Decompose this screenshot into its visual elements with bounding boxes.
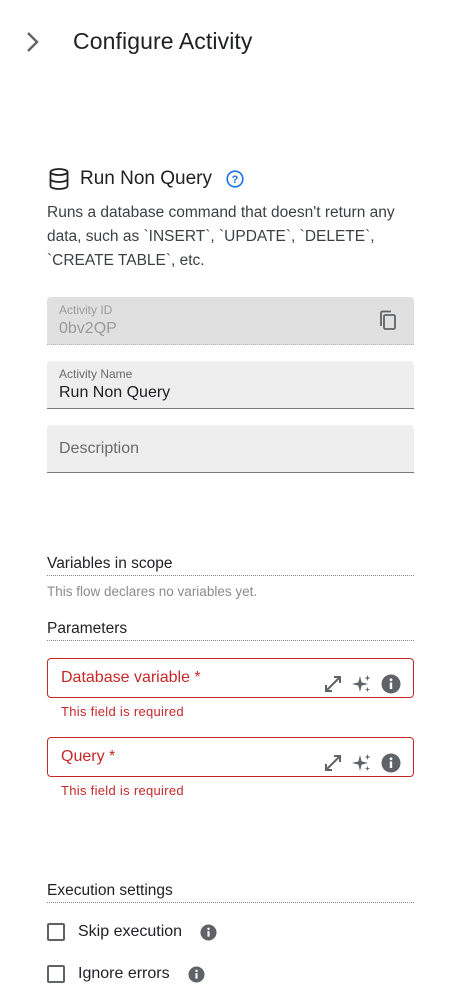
expand-icon[interactable] (323, 753, 343, 773)
variables-section-title: Variables in scope (47, 555, 414, 576)
activity-header: Run Non Query ? (47, 165, 244, 193)
database-icon (49, 168, 69, 190)
sparkle-icon[interactable] (352, 753, 372, 773)
activity-title: Run Non Query (80, 168, 213, 189)
sparkle-icon[interactable] (352, 674, 372, 694)
skip-execution-option[interactable]: Skip execution (47, 920, 217, 944)
description-field[interactable]: Description (47, 425, 414, 473)
database-variable-field[interactable]: Database variable * (47, 658, 414, 698)
help-icon[interactable]: ? (226, 170, 244, 188)
ignore-errors-label: Ignore errors (78, 965, 170, 982)
ignore-errors-checkbox[interactable] (47, 965, 65, 983)
query-label: Query * (61, 748, 116, 765)
database-variable-actions (314, 673, 401, 695)
query-actions (314, 752, 401, 774)
description-placeholder: Description (59, 440, 140, 457)
info-icon[interactable] (200, 923, 217, 941)
chevron-right-icon[interactable] (24, 31, 42, 53)
activity-id-value: 0bv2QP (59, 320, 117, 337)
page-header: Configure Activity (0, 0, 470, 84)
info-icon[interactable] (381, 753, 401, 773)
query-error: This field is required (61, 783, 184, 798)
activity-description: Runs a database command that doesn't ret… (47, 204, 395, 269)
ignore-errors-option[interactable]: Ignore errors (47, 962, 205, 986)
variables-empty-text: This flow declares no variables yet. (47, 584, 258, 599)
copy-icon[interactable] (378, 310, 398, 332)
activity-id-field: Activity ID 0bv2QP (47, 297, 414, 345)
parameters-section-title: Parameters (47, 620, 414, 641)
svg-text:?: ? (232, 174, 239, 186)
skip-execution-checkbox[interactable] (47, 923, 65, 941)
activity-name-value[interactable]: Run Non Query (59, 384, 170, 402)
expand-icon[interactable] (323, 674, 343, 694)
activity-name-label: Activity Name (59, 367, 133, 381)
database-variable-error: This field is required (61, 704, 184, 719)
database-variable-label: Database variable * (61, 669, 201, 686)
skip-execution-label: Skip execution (78, 923, 183, 940)
page-title: Configure Activity (73, 28, 253, 54)
query-field[interactable]: Query * (47, 737, 414, 777)
activity-name-field[interactable]: Activity Name Run Non Query (47, 361, 414, 409)
activity-id-label: Activity ID (59, 303, 113, 317)
info-icon[interactable] (381, 674, 401, 694)
info-icon[interactable] (188, 965, 205, 983)
execution-section-title: Execution settings (47, 882, 414, 903)
